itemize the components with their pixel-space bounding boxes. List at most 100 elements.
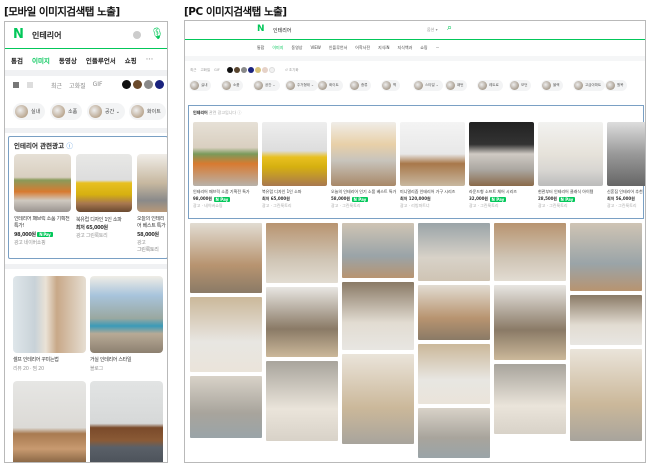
result-image[interactable] <box>494 285 566 360</box>
color-swatch[interactable] <box>233 67 240 73</box>
chip-indoor[interactable]: 실내 <box>13 103 46 120</box>
filter-recent[interactable]: 최근 <box>51 81 62 90</box>
ad-image[interactable] <box>76 154 132 212</box>
color-brown[interactable] <box>133 80 142 89</box>
result-image[interactable] <box>418 285 490 340</box>
grid-view-icon[interactable] <box>13 82 19 88</box>
result-image[interactable] <box>342 223 414 278</box>
color-swatch[interactable] <box>261 67 268 73</box>
chip[interactable]: 패턴 <box>445 80 468 91</box>
filter-reset[interactable]: ↺ 초기화 <box>285 68 299 73</box>
search-query[interactable]: 인테리어 <box>32 30 61 41</box>
filter-gif[interactable]: GIF <box>214 68 220 72</box>
filter-gif[interactable]: GIF <box>93 81 103 90</box>
result-image[interactable] <box>570 295 642 345</box>
chips-next-icon[interactable]: › <box>645 83 646 89</box>
ad-item[interactable]: 인테리어 패브릭 소품 기획전 특가! 98,000원 N Pay 광고 네이버… <box>14 216 71 246</box>
tab-kin[interactable]: 지식iN <box>378 45 389 51</box>
filter-hd[interactable]: 고화질 <box>69 81 86 90</box>
chip-white[interactable]: 화이트 <box>129 103 166 120</box>
color-black[interactable] <box>122 80 131 89</box>
tab-influencer[interactable]: 인플루언서 <box>86 55 116 65</box>
pc-search-bar[interactable]: N 인테리어 옵션 ▾ ⌕ <box>185 21 645 40</box>
result-image[interactable] <box>418 223 490 281</box>
tab-more[interactable]: ··· <box>436 45 440 51</box>
result-image[interactable] <box>13 381 86 462</box>
ad-item[interactable]: 현관부터 인테리어 클래식 아이템 28,500원 N Pay 광고 · 그린룩토리 <box>538 122 603 209</box>
tab-encyclopedia[interactable]: 지식백과 <box>397 45 412 51</box>
chip[interactable]: 실내 <box>189 80 212 91</box>
chip[interactable]: 소품 <box>221 80 244 91</box>
tab-dictionary[interactable]: 어학사전 <box>355 45 370 51</box>
search-option[interactable]: 옵션 ▾ <box>427 27 438 33</box>
tab-view[interactable]: VIEW <box>310 45 320 51</box>
result-image[interactable] <box>190 223 262 293</box>
color-swatch[interactable] <box>254 67 261 73</box>
mobile-search-bar[interactable]: N 인테리어 🎙 <box>5 22 167 49</box>
chip[interactable]: 벽 <box>381 80 401 91</box>
tab-image[interactable]: 이미지 <box>32 55 50 65</box>
result-image[interactable] <box>570 349 642 441</box>
result-image[interactable] <box>494 364 566 434</box>
tab-shopping[interactable]: 쇼핑 <box>420 45 427 51</box>
result-image[interactable] <box>494 223 566 281</box>
filter-hd[interactable]: 고화질 <box>200 68 210 73</box>
color-gray[interactable] <box>144 80 153 89</box>
tab-more[interactable]: ··· <box>146 55 153 65</box>
result-image[interactable] <box>90 381 163 462</box>
color-swatch[interactable] <box>226 67 233 73</box>
result-item[interactable]: 셀프 인테리어 꾸미는법 리뷰 20 · 찜 20 <box>13 356 86 372</box>
result-image[interactable] <box>342 354 414 444</box>
result-image[interactable] <box>90 276 163 353</box>
ad-item[interactable]: 북유럽 디자인 1인 소파 최저 65,000원 광고 · 그린룩토리 <box>262 122 327 209</box>
ad-item[interactable]: 라운드형 소프트 체어 시리즈 32,000원 N Pay 광고 · 그린룩토리 <box>469 122 534 209</box>
result-image[interactable] <box>266 223 338 283</box>
tab-all[interactable]: 통검 <box>11 55 23 65</box>
result-image[interactable] <box>13 276 86 353</box>
result-image[interactable] <box>190 376 262 438</box>
result-image[interactable] <box>570 223 642 291</box>
ad-item[interactable]: 오늘의 인테리어 인기 소품 베스트 특가 58,000원 N Pay 광고 · 그… <box>331 122 396 209</box>
chip[interactable]: 화이트 <box>317 80 343 91</box>
chip[interactable]: 공간 ⌄ <box>253 80 280 91</box>
color-navy[interactable] <box>155 80 164 89</box>
tab-video[interactable]: 동영상 <box>59 55 77 65</box>
tab-all[interactable]: 통합 <box>257 45 264 51</box>
chip[interactable]: 모던 <box>509 80 532 91</box>
ad-item[interactable]: 오늘의 인테리어 베스트 특가 58,000원 광고 그린룩토리 <box>137 216 167 253</box>
result-image[interactable] <box>266 361 338 441</box>
chip[interactable]: 고급아파트 <box>573 80 606 91</box>
result-image[interactable] <box>418 408 490 458</box>
tab-image[interactable]: 이미지 <box>272 45 283 51</box>
tab-video[interactable]: 동영상 <box>291 45 302 51</box>
result-image[interactable] <box>418 344 490 404</box>
result-image[interactable] <box>190 297 262 372</box>
tab-shopping[interactable]: 쇼핑 <box>125 55 137 65</box>
result-image[interactable] <box>266 287 338 357</box>
chip-space[interactable]: 공간 ⌄ <box>87 103 125 120</box>
chip[interactable]: 종류 <box>349 80 372 91</box>
tab-influencer[interactable]: 인플루언서 <box>329 45 347 51</box>
ads-next-icon[interactable]: › <box>637 154 639 160</box>
color-swatch[interactable] <box>247 67 254 73</box>
chip[interactable]: 스타일 ⌄ <box>413 80 443 91</box>
chip[interactable]: 원목 <box>605 80 628 91</box>
clear-icon[interactable] <box>133 31 141 39</box>
color-swatch[interactable] <box>240 67 247 73</box>
ad-image[interactable] <box>14 154 71 212</box>
ad-image[interactable] <box>137 154 167 212</box>
ad-item[interactable]: 신혼집 인테리어 추천 최저 56,000원 광고 · 그린룩토리 <box>607 122 645 209</box>
info-icon[interactable]: ⓘ <box>66 142 73 150</box>
result-item[interactable]: 거실 인테리어 스타일 블로그 <box>90 356 163 372</box>
chip[interactable]: 레트로 <box>477 80 503 91</box>
search-icon[interactable]: ⌕ <box>447 23 452 33</box>
chip[interactable]: 블랙 <box>541 80 564 91</box>
ad-item[interactable]: 북유럽 디자인 1인 소파 최저 65,000원 광고 그린룩토리 <box>76 216 132 239</box>
mic-icon[interactable]: 🎙 <box>150 27 164 40</box>
ad-item[interactable]: 인테리어 패브릭 소품 기획전 특가 98,000원 N Pay 광고 · 네이버쇼… <box>193 122 258 209</box>
filter-recent[interactable]: 최근 <box>190 68 196 73</box>
ad-item[interactable]: 미니멀리즘 인테리어 가구 시리즈 최저 120,000원 광고 · 리빙파트너 <box>400 122 465 209</box>
list-view-icon[interactable] <box>27 82 33 88</box>
chip-props[interactable]: 소품 <box>50 103 83 120</box>
color-swatch[interactable] <box>268 67 275 73</box>
